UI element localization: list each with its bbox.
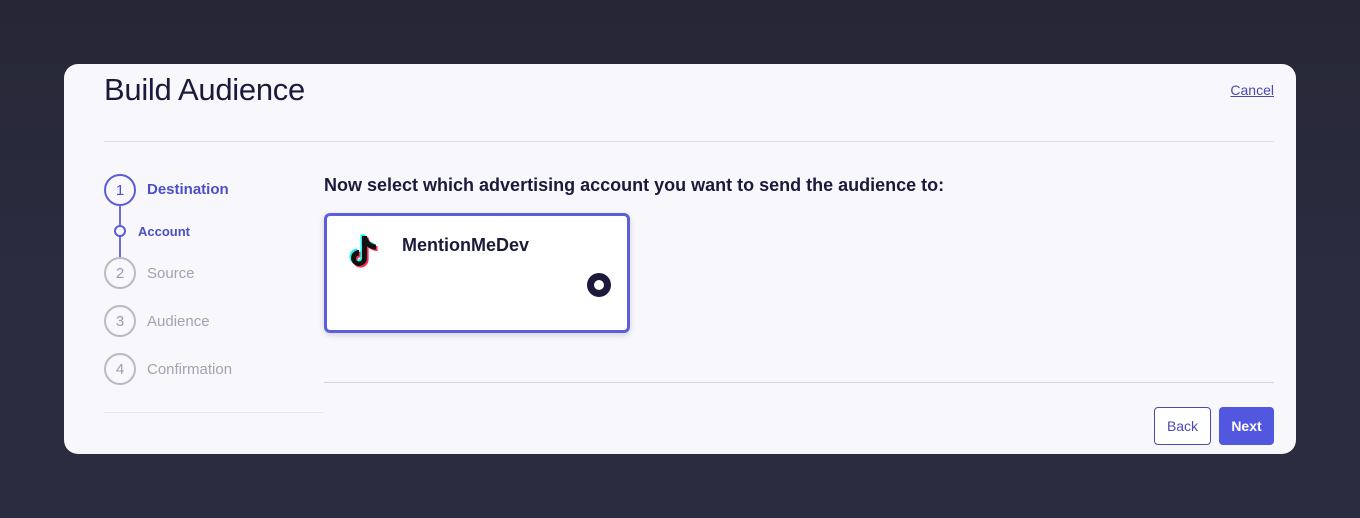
step-4-label: Confirmation <box>147 361 233 378</box>
stepper-divider <box>104 412 324 413</box>
build-audience-modal: Build Audience Cancel 1 Destination Acco… <box>64 64 1296 454</box>
next-button[interactable]: Next <box>1219 407 1274 445</box>
substep-account-label[interactable]: Account <box>138 224 190 239</box>
content-divider <box>324 382 1274 383</box>
header-divider <box>104 141 1274 142</box>
radio-inner-dot <box>594 280 604 290</box>
stepper: 1 Destination Account 2 Source 3 Audienc… <box>104 174 324 414</box>
substep-dot <box>114 225 126 237</box>
step-3-label: Audience <box>147 313 210 330</box>
step-1-number: 1 <box>115 181 125 199</box>
tiktok-icon <box>349 234 378 268</box>
step-3-number: 3 <box>115 312 125 330</box>
step-2-label: Source <box>147 265 195 282</box>
account-radio-selected[interactable] <box>587 273 611 297</box>
page-title: Build Audience <box>104 72 305 107</box>
step-2-number: 2 <box>115 264 125 282</box>
account-select-prompt: Now select which advertising account you… <box>324 175 945 195</box>
back-button[interactable]: Back <box>1154 407 1211 445</box>
step-4-circle: 4 <box>104 353 136 385</box>
step-4-number: 4 <box>115 360 125 378</box>
account-card-mentionmedev[interactable]: MentionMeDev <box>324 213 630 333</box>
step-1-label[interactable]: Destination <box>147 181 229 198</box>
step-2-circle: 2 <box>104 257 136 289</box>
step-3-circle: 3 <box>104 305 136 337</box>
cancel-link[interactable]: Cancel <box>1230 82 1274 98</box>
step-1-circle: 1 <box>104 174 136 206</box>
account-name: MentionMeDev <box>402 235 530 255</box>
